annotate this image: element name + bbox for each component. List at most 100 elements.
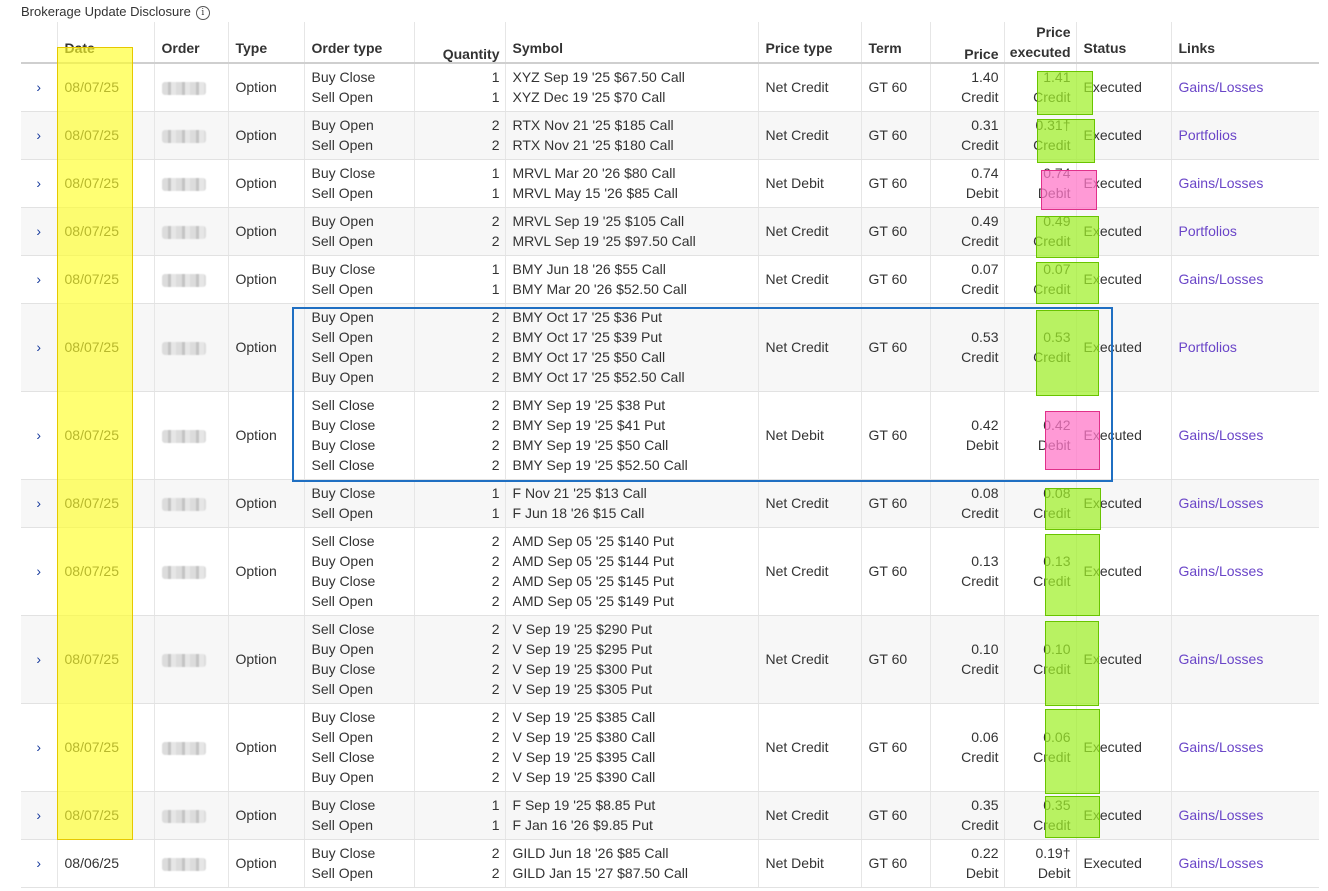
row-link[interactable]: Gains/Losses (1179, 495, 1264, 511)
row-link[interactable]: Gains/Losses (1179, 79, 1264, 95)
expand-row-icon[interactable]: › (21, 391, 57, 480)
quantity-line: 1 (491, 817, 500, 833)
quantity-line: 2 (491, 533, 500, 549)
table-row[interactable]: › 08/07/25 Option Buy Open Sell Open 2 2 RTX No… (21, 111, 1319, 160)
quantity-column-header[interactable]: Quantity (413, 22, 505, 64)
order-type-line: Sell Open (311, 329, 373, 345)
row-link[interactable]: Gains/Losses (1179, 807, 1264, 823)
row-link[interactable]: Gains/Losses (1179, 739, 1264, 755)
quantity-line: 2 (491, 309, 500, 325)
quantity-cell: 2 2 2 2 (413, 615, 505, 704)
status-column-header[interactable]: Status (1075, 22, 1171, 64)
symbol-cell: GILD Jun 18 '26 $85 Call GILD Jan 15 '27 … (504, 839, 758, 888)
table-row[interactable]: › 08/07/25 Option Buy Close Sell Open 1 1 MRVL … (21, 159, 1319, 208)
row-link[interactable]: Gains/Losses (1179, 271, 1264, 287)
table-row[interactable]: › 08/07/25 Option Buy Close Sell Open 1 1 BMY J… (21, 255, 1319, 304)
executed-price-kind: Credit (1033, 137, 1071, 153)
executed-price-kind: Credit (1033, 573, 1071, 589)
order-type-line: Sell Open (311, 281, 373, 297)
price-cell: 0.74 Debit (929, 159, 1004, 208)
price-value: 0.35 (971, 797, 999, 813)
price-kind: Credit (961, 281, 999, 297)
quantity-line: 1 (491, 485, 500, 501)
executed-price-value: 0.35 (1043, 797, 1071, 813)
expand-row-icon[interactable]: › (21, 111, 57, 160)
price-column-header[interactable]: Price (929, 22, 1004, 64)
type-cell: Option (227, 479, 304, 528)
type-column-header[interactable]: Type (227, 22, 304, 64)
price-executed-cell: 0.35 Credit (1003, 791, 1076, 840)
table-row[interactable]: › 08/06/25 Option Buy Close Sell Open 2 2 GILD … (21, 839, 1319, 888)
price-value: 0.31 (971, 117, 999, 133)
row-link[interactable]: Portfolios (1179, 127, 1237, 143)
price-type-cell: Net Credit (757, 207, 861, 256)
links-cell: Portfolios (1170, 303, 1319, 392)
expand-row-icon[interactable]: › (21, 703, 57, 792)
redacted-order-number (161, 273, 206, 287)
quantity-line: 2 (491, 661, 500, 677)
price-type-cell: Net Credit (757, 303, 861, 392)
symbol-cell: BMY Jun 18 '26 $55 Call BMY Mar 20 '26 $5… (504, 255, 758, 304)
order-type-column-header[interactable]: Order type (303, 22, 414, 64)
expand-row-icon[interactable]: › (21, 791, 57, 840)
quantity-line: 2 (491, 593, 500, 609)
table-row[interactable]: › 08/07/25 Option Buy Close Sell Open 1 1 XYZ S… (21, 63, 1319, 112)
date-cell: 08/07/25 (56, 703, 154, 792)
order-type-line: Sell Open (311, 505, 373, 521)
table-row[interactable]: › 08/07/25 Option Sell Close Buy Close Buy Cl… (21, 391, 1319, 480)
links-cell: Portfolios (1170, 207, 1319, 256)
table-row[interactable]: › 08/07/25 Option Sell Close Buy Open Buy Clo… (21, 615, 1319, 704)
order-type-line: Sell Open (311, 817, 373, 833)
price-executed-cell: 0.49 Credit (1003, 207, 1076, 256)
date-cell: 08/07/25 (56, 111, 154, 160)
price-type-cell: Net Credit (757, 63, 861, 112)
price-value: 0.08 (971, 485, 999, 501)
expand-row-icon[interactable]: › (21, 303, 57, 392)
expand-row-icon[interactable]: › (21, 527, 57, 616)
expand-row-icon[interactable]: › (21, 255, 57, 304)
order-column-header[interactable]: Order (153, 22, 228, 64)
quantity-line: 1 (491, 505, 500, 521)
type-cell: Option (227, 303, 304, 392)
row-link[interactable]: Portfolios (1179, 339, 1237, 355)
order-number-cell (153, 615, 228, 704)
date-column-header[interactable]: Date (56, 22, 154, 64)
row-link[interactable]: Portfolios (1179, 223, 1237, 239)
table-row[interactable]: › 08/07/25 Option Sell Close Buy Open Buy Clo… (21, 527, 1319, 616)
symbol-line: V Sep 19 '25 $305 Put (512, 681, 653, 697)
executed-price-value: 1.41 (1043, 69, 1071, 86)
expand-row-icon[interactable]: › (21, 207, 57, 256)
quantity-cell: 11 (413, 159, 505, 208)
table-row[interactable]: › 08/07/25 Option Buy Close Sell Open 1 1 F Sep… (21, 791, 1319, 840)
expand-row-icon[interactable]: › (21, 839, 57, 888)
table-row[interactable]: › 08/07/25 Option Buy Close Sell Open Sell Cl… (21, 703, 1319, 792)
executed-price-kind: Credit (1033, 817, 1071, 833)
info-icon[interactable]: i (195, 6, 210, 20)
date-cell: 08/07/25 (56, 255, 154, 304)
row-link[interactable]: Gains/Losses (1179, 651, 1264, 667)
price-type-column-header[interactable]: Price type (757, 22, 861, 64)
links-column-header[interactable]: Links (1170, 22, 1319, 64)
date-cell: 08/07/25 (56, 791, 154, 840)
row-link[interactable]: Gains/Losses (1179, 427, 1264, 443)
row-link[interactable]: Gains/Losses (1179, 855, 1264, 871)
expand-row-icon[interactable]: › (21, 63, 57, 112)
expand-row-icon[interactable]: › (21, 615, 57, 704)
quantity-cell: 11 (413, 255, 505, 304)
row-link[interactable]: Gains/Losses (1179, 563, 1264, 579)
price-cell: 0.35 Credit (929, 791, 1004, 840)
symbol-cell: MRVL Sep 19 '25 $105 Call MRVL Sep 19 '25… (504, 207, 758, 256)
table-row[interactable]: › 08/07/25 Option Buy Open Sell Open Sell Ope… (21, 303, 1319, 392)
quantity-line: 2 (491, 329, 500, 345)
price-executed-column-header[interactable]: Price executed (1003, 22, 1076, 64)
symbol-line: AMD Sep 05 '25 $149 Put (512, 593, 674, 609)
quantity-line: 2 (491, 681, 500, 697)
term-column-header[interactable]: Term (860, 22, 930, 64)
row-link[interactable]: Gains/Losses (1179, 175, 1264, 191)
table-row[interactable]: › 08/07/25 Option Buy Open Sell Open 2 2 MRVL S… (21, 207, 1319, 256)
table-row[interactable]: › 08/07/25 Option Buy Close Sell Open 1 1 F Nov… (21, 479, 1319, 528)
symbol-column-header[interactable]: Symbol (504, 22, 758, 64)
redacted-order-number (161, 809, 206, 823)
expand-row-icon[interactable]: › (21, 159, 57, 208)
expand-row-icon[interactable]: › (21, 479, 57, 528)
